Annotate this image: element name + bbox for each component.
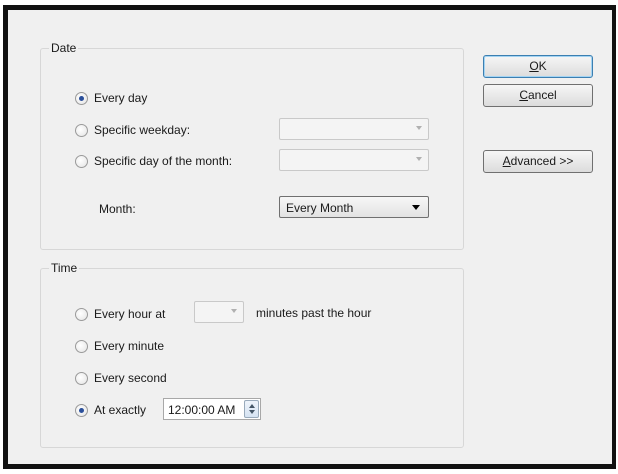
date-group-title: Date (49, 41, 79, 55)
chevron-down-icon (412, 205, 420, 210)
at-exactly-label: At exactly (94, 403, 147, 417)
radio-button-icon (75, 154, 88, 168)
every-minute-label: Every minute (94, 339, 165, 353)
advanced-accel: A (502, 154, 511, 168)
advanced-button[interactable]: Advanced >> (483, 150, 593, 173)
ok-accel: O (529, 59, 539, 73)
day-of-month-select[interactable] (279, 149, 429, 171)
time-picker[interactable]: 12:00:00 AM (163, 398, 261, 420)
time-spinner[interactable] (244, 400, 259, 418)
date-groupbox: Date Every day Specific weekday: Specifi… (40, 41, 464, 250)
at-exactly-radio[interactable]: At exactly (75, 403, 146, 417)
minutes-select[interactable] (194, 301, 244, 323)
every-second-label: Every second (94, 371, 167, 385)
ok-button[interactable]: OK (483, 55, 593, 78)
month-select[interactable]: Every Month (279, 196, 429, 218)
schedule-dialog: Date Every day Specific weekday: Specifi… (8, 10, 612, 464)
time-group-title: Time (49, 261, 80, 275)
chevron-down-icon (416, 126, 422, 130)
time-picker-value: 12:00:00 AM (168, 403, 236, 417)
radio-button-icon (75, 123, 88, 137)
specific-weekday-label: Specific weekday: (94, 123, 191, 137)
time-groupbox: Time Every hour at minutes past the hour… (40, 261, 464, 448)
weekday-select[interactable] (279, 118, 429, 140)
specific-day-of-month-label: Specific day of the month: (94, 154, 233, 168)
spin-down-icon[interactable] (249, 410, 255, 414)
cancel-rest: ancel (527, 88, 557, 102)
every-day-label: Every day (94, 91, 148, 105)
cancel-accel: C (519, 88, 528, 102)
radio-button-icon (75, 307, 88, 321)
radio-button-icon (75, 91, 88, 105)
radio-button-icon (75, 403, 88, 417)
every-day-radio[interactable]: Every day (75, 91, 147, 105)
dialog-frame: Date Every day Specific weekday: Specifi… (3, 5, 616, 469)
every-hour-at-radio[interactable]: Every hour at (75, 307, 165, 321)
spin-up-icon[interactable] (249, 404, 255, 408)
every-second-radio[interactable]: Every second (75, 371, 167, 385)
minutes-past-label: minutes past the hour (256, 306, 372, 320)
every-minute-radio[interactable]: Every minute (75, 339, 164, 353)
advanced-rest: dvanced >> (510, 154, 574, 168)
cancel-button[interactable]: Cancel (483, 84, 593, 107)
every-hour-at-label: Every hour at (94, 307, 166, 321)
specific-day-of-month-radio[interactable]: Specific day of the month: (75, 154, 232, 168)
month-label: Month: (99, 202, 136, 216)
month-select-value: Every Month (286, 201, 354, 215)
radio-button-icon (75, 371, 88, 385)
radio-button-icon (75, 339, 88, 353)
chevron-down-icon (416, 157, 422, 161)
specific-weekday-radio[interactable]: Specific weekday: (75, 123, 190, 137)
chevron-down-icon (231, 309, 237, 313)
ok-rest: K (538, 59, 547, 73)
